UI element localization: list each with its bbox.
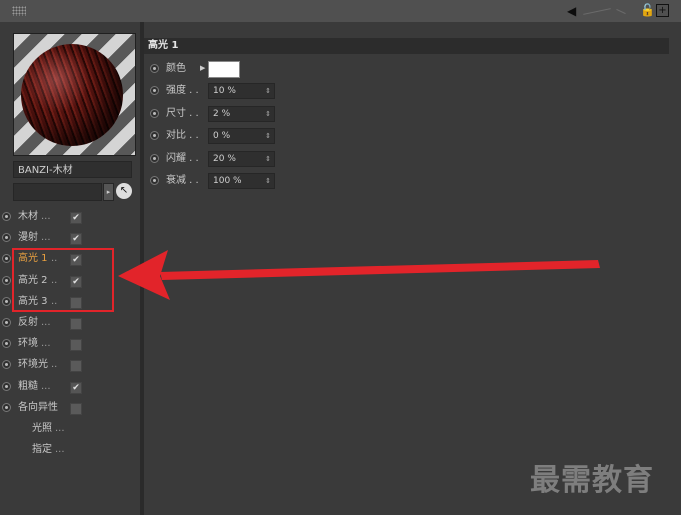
watermark-text: 最需教育: [530, 463, 654, 498]
annotation-arrow: [118, 250, 600, 300]
